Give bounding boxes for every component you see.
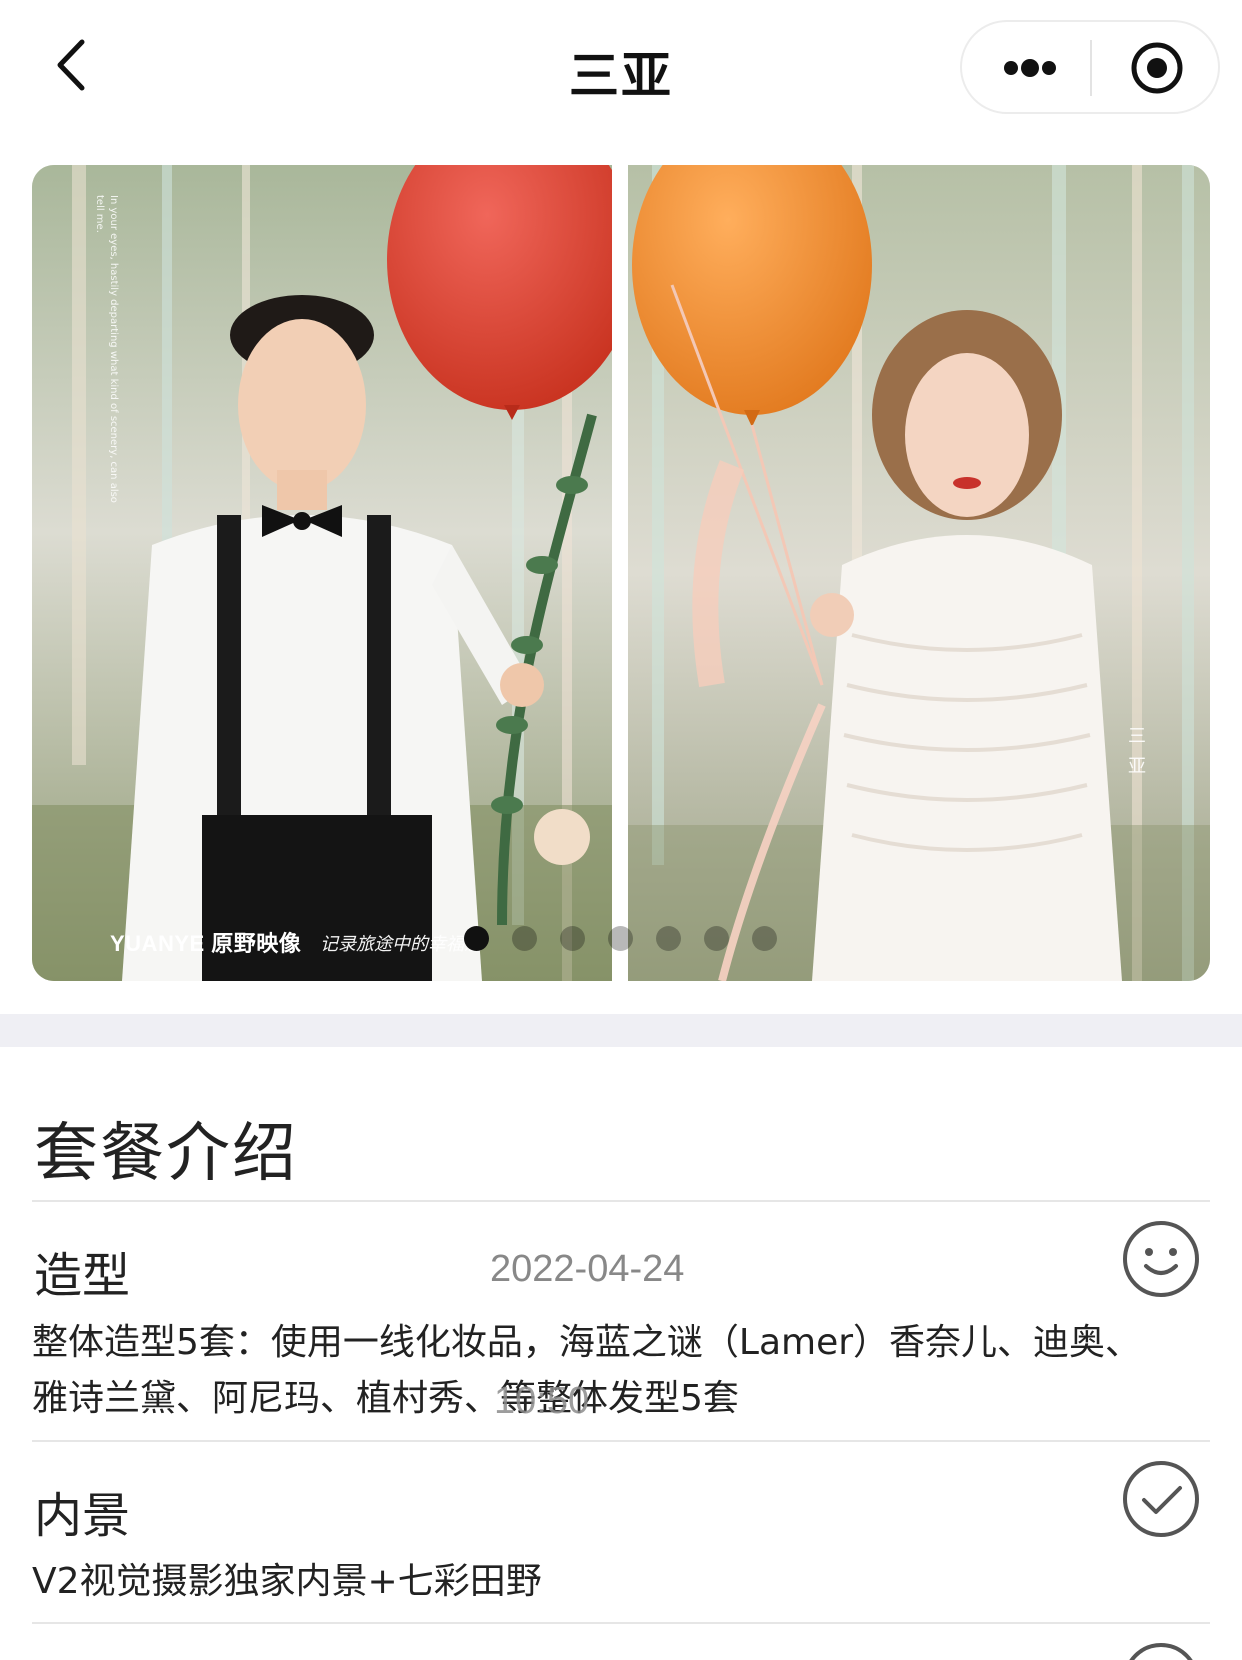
banner-vertical-text: In your eyes, hastily departing what kin… bbox=[94, 195, 119, 503]
target-close-icon bbox=[1131, 42, 1183, 94]
brand-logo: YUANYE 原野映像 bbox=[110, 931, 302, 956]
carousel-dot[interactable] bbox=[704, 926, 729, 951]
close-button[interactable] bbox=[1092, 22, 1220, 112]
more-button[interactable] bbox=[962, 22, 1090, 112]
carousel-dots bbox=[464, 926, 777, 952]
carousel-dot[interactable] bbox=[656, 926, 681, 951]
carousel-dot[interactable] bbox=[512, 926, 537, 951]
item-title-interior: 内景 bbox=[34, 1488, 131, 1544]
smiley-icon[interactable] bbox=[1120, 1218, 1202, 1300]
photo-carousel[interactable]: In your eyes, hastily departing what kin… bbox=[32, 165, 1210, 981]
more-dots-icon bbox=[1004, 59, 1056, 77]
page: 三亚 In your eyes, hastily departing what … bbox=[0, 0, 1242, 1660]
carousel-dot[interactable] bbox=[464, 926, 489, 951]
mini-program-capsule bbox=[960, 20, 1220, 114]
divider bbox=[32, 1440, 1210, 1442]
next-item-icon bbox=[1120, 1640, 1202, 1660]
banner-side-text: 三亚 bbox=[1128, 726, 1146, 777]
carousel-dot[interactable] bbox=[608, 926, 633, 951]
wedding-photo bbox=[32, 165, 1210, 981]
item-description: 整体造型5套：使用一线化妆品，海蓝之谜（Lamer）香奈儿、迪奥、雅诗兰黛、阿尼… bbox=[32, 1322, 1142, 1419]
overlay-timestamp: 10:50 bbox=[494, 1380, 590, 1422]
section-separator bbox=[0, 1014, 1242, 1047]
section-title: 套餐介绍 bbox=[34, 1117, 298, 1191]
item-title-styling: 造型 bbox=[34, 1248, 131, 1304]
nav-bar: 三亚 bbox=[0, 0, 1242, 140]
carousel-dot[interactable] bbox=[752, 926, 777, 951]
brand-signature: 记录旅途中的幸福感 bbox=[320, 934, 482, 955]
check-circle-icon[interactable] bbox=[1120, 1458, 1202, 1540]
divider bbox=[32, 1200, 1210, 1202]
carousel-dot[interactable] bbox=[560, 926, 585, 951]
item-description: V2视觉摄影独家内景+七彩田野 bbox=[32, 1561, 542, 1602]
divider bbox=[32, 1622, 1210, 1624]
item-date: 2022-04-24 bbox=[490, 1248, 685, 1290]
